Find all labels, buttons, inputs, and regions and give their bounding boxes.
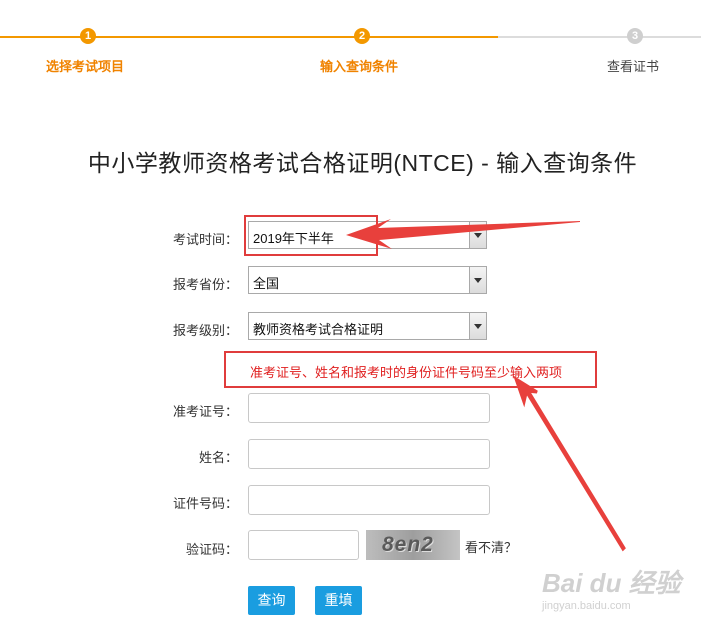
hint-text: 准考证号、姓名和报考时的身份证件号码至少输入两项 [250,365,563,380]
level-select[interactable]: 教师资格考试合格证明 [248,312,487,340]
step-2-badge: 2 [354,28,370,44]
id-no-input[interactable] [248,485,490,515]
name-label: 姓名： [198,450,238,465]
province-value: 全国 [253,276,280,291]
query-button[interactable]: 查询 [248,586,295,615]
step-1-badge: 1 [80,28,96,44]
step-2-label: 输入查询条件 [320,59,399,74]
level-value: 教师资格考试合格证明 [253,322,384,337]
captcha-image-text: 8en2 [382,533,434,556]
captcha-refresh-link[interactable]: 看不清？ [465,537,517,556]
province-label: 报考省份： [172,277,238,292]
stepper-remaining-line [498,36,701,38]
admission-no-label: 准考证号： [172,404,238,419]
captcha-input[interactable] [248,530,359,560]
id-no-label: 证件号码： [172,496,238,511]
hint-annotation-box: 准考证号、姓名和报考时的身份证件号码至少输入两项 [224,351,597,388]
name-input[interactable] [248,439,490,469]
captcha-label: 验证码： [185,542,238,557]
level-label: 报考级别： [172,323,238,338]
chevron-down-icon[interactable] [469,267,486,293]
step-3-badge: 3 [627,28,643,44]
reset-button[interactable]: 重填 [315,586,362,615]
admission-no-input[interactable] [248,393,490,423]
exam-time-highlight-box [244,215,378,256]
page-title: 中小学教师资格考试合格证明(NTCE) - 输入查询条件 [87,150,638,176]
watermark-logo-text: Bai du 经验 [542,568,681,598]
step-1-label[interactable]: 选择考试项目 [46,56,124,75]
exam-time-label: 考试时间： [172,232,238,247]
stepper-progress-line [0,36,498,38]
watermark-url: jingyan.baidu.com [542,600,631,612]
province-select[interactable]: 全国 [248,266,487,294]
chevron-down-icon[interactable] [469,222,486,248]
chevron-down-icon[interactable] [469,313,486,339]
arrow-to-hint [513,375,626,552]
step-3-label: 查看证书 [607,59,660,74]
captcha-image[interactable]: 8en2 [366,530,460,560]
baidu-watermark: Bai du 经验 jingyan.baidu.com [542,563,692,623]
